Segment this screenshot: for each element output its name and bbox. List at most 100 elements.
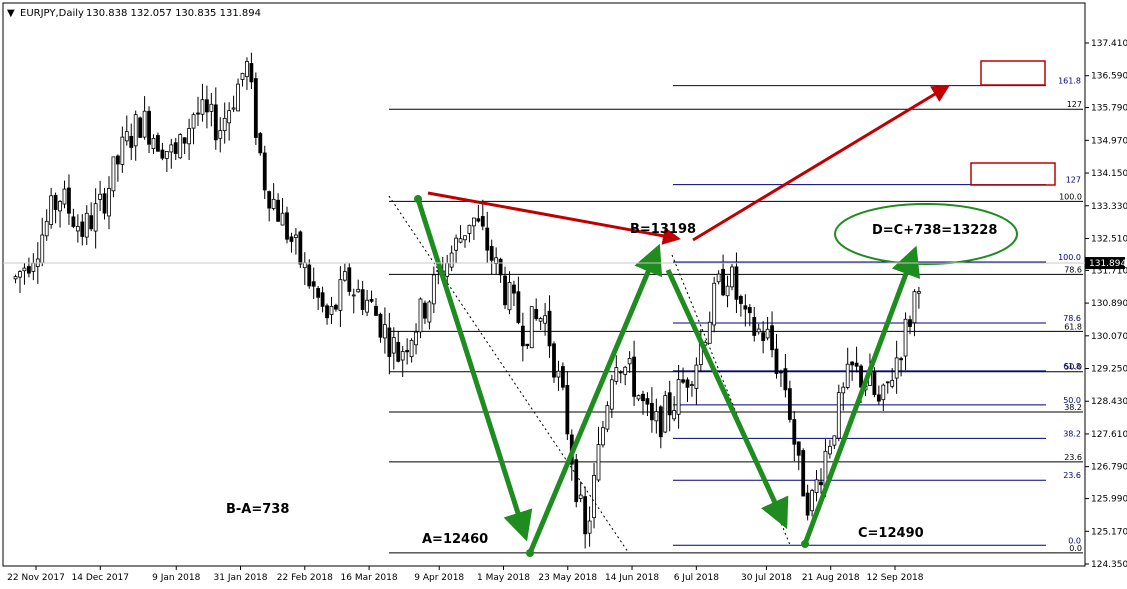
candle-body <box>111 156 116 192</box>
pivot-point <box>801 540 809 548</box>
date-tick-label: 6 Jul 2018 <box>674 573 719 583</box>
candle-body <box>22 267 27 272</box>
candle-body <box>787 388 792 420</box>
candle-body <box>147 110 151 145</box>
symbol-timeframe: EURJPY,Daily <box>20 8 84 19</box>
candle-body <box>454 237 458 251</box>
candle-body <box>138 117 143 138</box>
date-tick-label: 9 Jan 2018 <box>152 573 200 583</box>
candle-body <box>890 380 895 387</box>
candle-body <box>289 236 294 242</box>
candle-body <box>525 343 530 347</box>
candle-body <box>694 364 699 389</box>
candle-body <box>480 216 485 227</box>
candle-body <box>40 234 45 264</box>
candle-body <box>881 384 886 401</box>
candle-body <box>614 367 619 382</box>
candle-body <box>654 411 659 422</box>
fib-level-label: 100.0 <box>1058 253 1081 262</box>
candle-body <box>565 385 570 435</box>
price-tick-label: 133.330 <box>1091 202 1127 212</box>
candle-body <box>449 252 454 268</box>
chart-window[interactable]: ▼ EURJPY,Daily 130.838 132.057 130.835 1… <box>0 0 1127 589</box>
candle-body <box>267 191 272 209</box>
candle-body <box>240 72 245 80</box>
candle-body <box>552 343 556 378</box>
candle-body <box>730 266 734 288</box>
candle-body <box>845 363 850 388</box>
candle-body <box>200 99 205 115</box>
candle-body <box>908 319 912 327</box>
symbol-menu-icon[interactable]: ▼ <box>7 8 15 19</box>
candle-body <box>396 341 401 362</box>
price-tick-label: 129.250 <box>1091 365 1127 375</box>
fib-level-label: 0.0 <box>1068 536 1081 545</box>
candle-body <box>276 199 280 222</box>
candle-body <box>374 305 378 316</box>
candle-body <box>151 137 156 149</box>
candle-body <box>311 281 316 287</box>
candle-body <box>658 406 663 438</box>
candle-body <box>596 444 601 481</box>
price-tick-label: 125.170 <box>1091 527 1127 537</box>
candle-body <box>44 220 49 237</box>
candle-body <box>756 328 761 333</box>
candle-body <box>62 188 67 205</box>
price-tick-label: 126.790 <box>1091 463 1127 473</box>
fib-level-label: 50.0 <box>1063 396 1081 405</box>
candle-body <box>805 492 810 516</box>
candle-body <box>387 327 392 357</box>
candle-body <box>779 371 783 374</box>
date-tick-label: 22 Feb 2018 <box>277 573 333 583</box>
candle-body <box>578 494 583 499</box>
date-tick-label: 23 May 2018 <box>538 573 597 583</box>
candle-body <box>423 302 427 319</box>
candle-body <box>623 366 628 375</box>
candle-body <box>431 274 436 305</box>
price-tick-label: 127.610 <box>1091 430 1127 440</box>
candle-body <box>53 194 58 210</box>
price-tick-label: 124.350 <box>1091 560 1127 570</box>
date-tick-label: 14 Jun 2018 <box>605 573 659 583</box>
pattern-annotation: B-A=738 <box>226 502 289 517</box>
candle-body <box>329 305 334 315</box>
chart-canvas[interactable]: ▼ EURJPY,Daily 130.838 132.057 130.835 1… <box>0 0 1127 589</box>
price-tick-label: 137.410 <box>1091 39 1127 49</box>
candle-body <box>93 203 98 232</box>
candle-body <box>903 318 908 357</box>
candle-body <box>218 130 223 139</box>
candle-body <box>378 313 383 338</box>
candle-body <box>71 216 76 227</box>
candle-body <box>792 419 797 445</box>
candle-body <box>120 136 125 165</box>
candle-body <box>827 445 832 455</box>
candle-body <box>26 266 31 274</box>
fib-level-label: 23.6 <box>1063 471 1081 480</box>
candle-body <box>414 331 418 346</box>
candle-body <box>489 246 494 261</box>
candle-body <box>632 356 636 397</box>
candle-body <box>707 321 712 344</box>
candle-body <box>774 348 779 374</box>
candle-body <box>512 284 516 294</box>
candle-body <box>209 103 214 112</box>
candle-body <box>503 275 507 306</box>
pivot-point <box>526 549 534 557</box>
candle-body <box>458 238 463 243</box>
candle-body <box>636 395 641 400</box>
candle-body <box>743 305 748 310</box>
candle-body <box>325 305 329 319</box>
candle-body <box>601 427 605 446</box>
candle-body <box>187 127 191 145</box>
fib-level-label: 100.0 <box>1059 192 1082 201</box>
fib-level-label: 78.6 <box>1064 265 1082 274</box>
candle-body <box>445 262 450 277</box>
price-tick-label: 135.790 <box>1091 104 1127 114</box>
candle-body <box>467 224 472 234</box>
fib-level-label: 127 <box>1067 100 1082 109</box>
price-tick-label: 134.970 <box>1091 136 1127 146</box>
candle-body <box>293 234 298 238</box>
candle-body <box>605 405 610 430</box>
candle-body <box>164 151 169 159</box>
candle-body <box>156 135 160 152</box>
